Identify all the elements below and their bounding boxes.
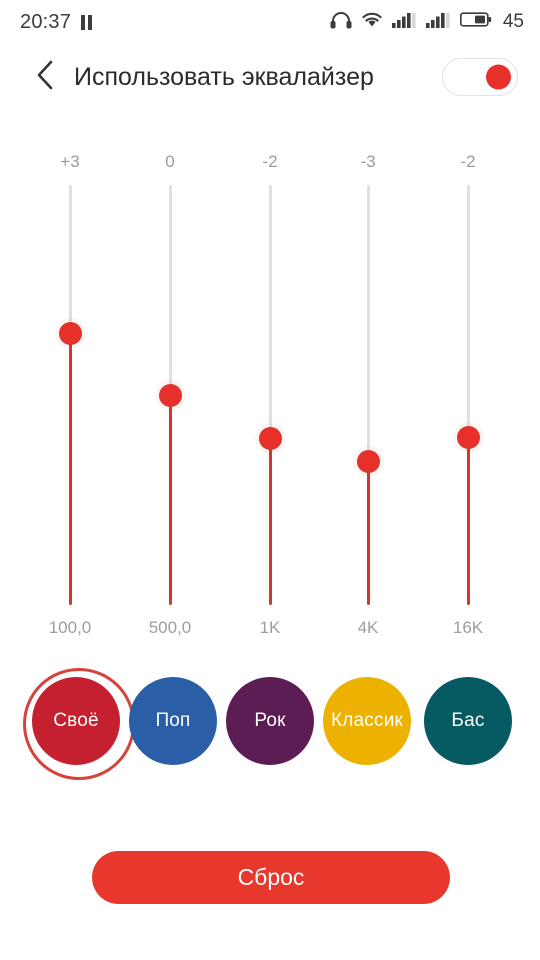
signal-bars-icon (391, 11, 417, 33)
signal-bars-icon (425, 11, 451, 33)
back-button[interactable] (28, 60, 62, 94)
eq-band-value-label: -2 (460, 152, 476, 171)
eq-slider-fill (269, 433, 272, 605)
preset-custom[interactable]: Своё (23, 668, 135, 780)
status-bar-right: 45 (330, 11, 524, 34)
eq-band-frequency-label: 4K (357, 618, 379, 637)
eq-band-frequency-label: 16K (452, 618, 484, 637)
eq-band-4k: -3 4K (318, 110, 418, 655)
page-title: Использовать эквалайзер (74, 62, 374, 91)
chevron-left-icon (36, 60, 54, 95)
battery-icon (459, 11, 492, 33)
eq-slider-fill (367, 456, 370, 605)
toggle-knob (486, 64, 511, 90)
equalizer-toggle[interactable] (442, 58, 518, 96)
preset-rock[interactable]: Рок (226, 677, 314, 765)
equalizer-sliders: +3 100,0 0 500,0 -2 1K -3 4K -2 16K (0, 110, 540, 655)
eq-band-value-label: -2 (262, 152, 278, 171)
preset-list: Своё Поп Рок Классик Бас (0, 668, 540, 780)
preset-label: Бас (451, 710, 485, 731)
preset-label: Поп (155, 710, 191, 731)
pause-icon (81, 14, 93, 30)
preset-label: Рок (254, 710, 286, 731)
eq-band-frequency-label: 1K (259, 618, 281, 637)
preset-label: Классик (330, 710, 404, 731)
wifi-icon (361, 11, 383, 33)
eq-band-1k: -2 1K (220, 110, 320, 655)
eq-band-frequency-label: 500,0 (148, 618, 192, 637)
eq-slider-thumb[interactable] (259, 427, 282, 450)
eq-slider-fill (169, 390, 172, 605)
eq-band-value-label: +3 (60, 152, 80, 171)
eq-band-100: +3 100,0 (20, 110, 120, 655)
status-time: 20:37 (20, 10, 72, 33)
preset-label: Своё (53, 710, 99, 731)
preset-bass[interactable]: Бас (424, 677, 512, 765)
equalizer-screen: 20:37 45 Использовать эквалайзер +3 100,… (0, 0, 540, 960)
preset-classic[interactable]: Классик (323, 677, 411, 765)
eq-band-value-label: -3 (360, 152, 376, 171)
status-bar: 20:37 45 (0, 0, 540, 44)
eq-band-value-label: 0 (165, 152, 175, 171)
eq-slider-thumb[interactable] (59, 322, 82, 345)
preset-pop[interactable]: Поп (129, 677, 217, 765)
status-bar-left: 20:37 (20, 10, 93, 34)
page-header: Использовать эквалайзер (0, 44, 540, 110)
eq-slider-thumb[interactable] (357, 450, 380, 473)
eq-slider-fill (69, 328, 72, 605)
battery-level-label: 45 (502, 11, 524, 32)
eq-slider-thumb[interactable] (159, 384, 182, 407)
eq-slider-fill (467, 432, 470, 605)
eq-band-500: 0 500,0 (120, 110, 220, 655)
headphones-icon (330, 11, 352, 34)
reset-button[interactable]: Сброс (92, 851, 450, 904)
eq-band-16k: -2 16K (418, 110, 518, 655)
eq-band-frequency-label: 100,0 (48, 618, 92, 637)
eq-slider-thumb[interactable] (457, 426, 480, 449)
